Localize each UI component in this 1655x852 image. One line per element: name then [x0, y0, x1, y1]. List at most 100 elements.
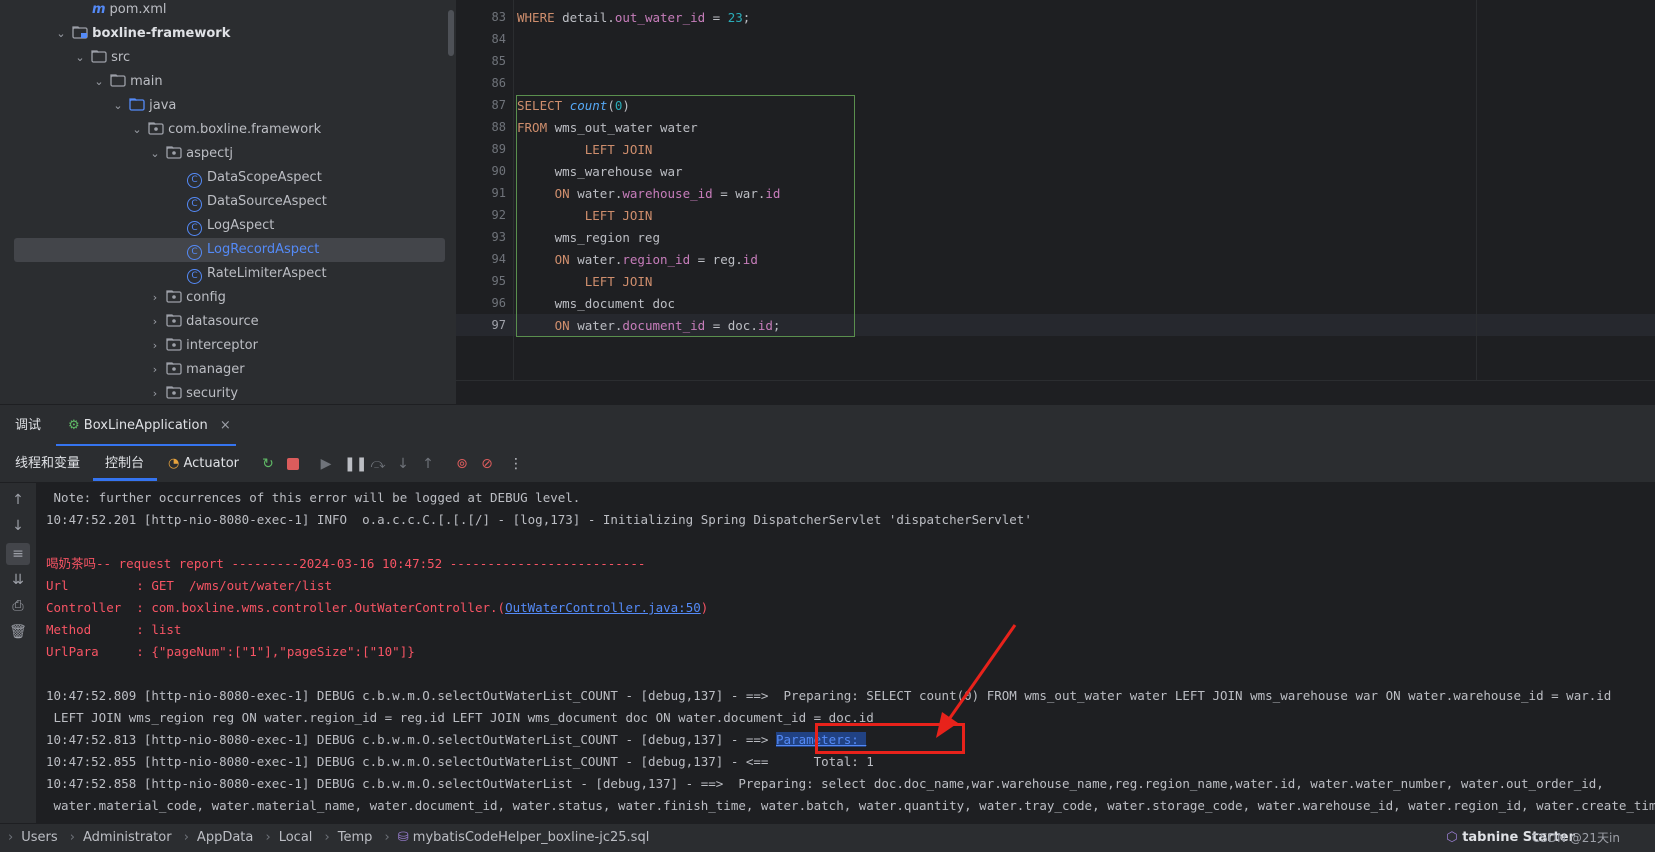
code-token: ON	[517, 252, 578, 267]
package-icon	[148, 121, 164, 135]
trash-icon[interactable]: 🗑	[9, 623, 27, 641]
chevron-down-icon[interactable]: ⌄	[111, 94, 125, 118]
tree-item-label: config	[186, 290, 226, 305]
more-icon[interactable]: ⋮	[508, 456, 524, 472]
breadcrumb-item[interactable]: Local	[279, 830, 313, 845]
package-icon	[166, 145, 182, 159]
tab-actuator[interactable]: ◔ Actuator	[168, 446, 239, 482]
line-number: 87	[491, 98, 506, 112]
tree-item-security[interactable]: › security	[0, 382, 456, 404]
tab-debug[interactable]: 调试	[15, 405, 41, 447]
code-token: LEFT JOIN	[517, 142, 653, 157]
tree-item-interceptor[interactable]: › interceptor	[0, 334, 456, 358]
tree-item-datasource[interactable]: › datasource	[0, 310, 456, 334]
code-token: SELECT	[517, 98, 570, 113]
breadcrumb-item[interactable]: mybatisCodeHelper_boxline-jc25.sql	[413, 830, 650, 845]
tree-item-src[interactable]: ⌄ src	[0, 46, 456, 70]
code-line: FROM wms_out_water water	[517, 120, 698, 135]
code-token: ;	[772, 318, 781, 333]
status-bar: › Users › Administrator › AppData › Local › T…	[0, 823, 1655, 852]
code-line: wms_document doc	[517, 296, 675, 311]
breadcrumb-item[interactable]: Administrator	[83, 830, 172, 845]
chevron-right-icon[interactable]: ›	[148, 382, 162, 404]
tree-item-main[interactable]: ⌄ main	[0, 70, 456, 94]
line-number: 83	[491, 10, 506, 24]
package-icon	[166, 385, 182, 399]
tree-item-java[interactable]: ⌄ java	[0, 94, 456, 118]
code-token: wms_out_water water	[554, 120, 698, 135]
tab-threads-variables[interactable]: 线程和变量	[15, 446, 80, 482]
resume-icon[interactable]: ▶	[318, 456, 334, 472]
tab-boxline-application[interactable]: ⚙ BoxLineApplication ×	[68, 405, 231, 447]
code-token: detail.	[562, 10, 615, 25]
breadcrumb-item[interactable]: Temp	[338, 830, 373, 845]
console-line: 10:47:52.858 [http-nio-8080-exec-1] DEBU…	[46, 776, 1604, 791]
breadcrumb-item[interactable]: Users	[21, 830, 57, 845]
package-icon	[166, 289, 182, 303]
line-number: 88	[491, 120, 506, 134]
chevron-down-icon[interactable]: ⌄	[73, 46, 87, 70]
tree-item-logrecordaspect[interactable]: C LogRecordAspect	[0, 238, 456, 262]
folder-icon	[110, 73, 126, 87]
chevron-down-icon[interactable]: ⌄	[130, 118, 144, 142]
chevron-right-icon[interactable]: ›	[148, 310, 162, 334]
chevron-right-icon[interactable]: ›	[148, 286, 162, 310]
arrow-up-icon[interactable]: ↑	[9, 491, 27, 509]
step-over-icon[interactable]: ⤼	[370, 456, 386, 472]
code-token: )	[622, 98, 630, 113]
tree-item-com-boxline-framework[interactable]: ⌄ com.boxline.framework	[0, 118, 456, 142]
code-line: LEFT JOIN	[517, 274, 653, 289]
tree-item-pom[interactable]: m pom.xml	[0, 0, 456, 22]
chevron-down-icon[interactable]: ⌄	[148, 142, 162, 166]
tree-item-label: pom.xml	[109, 2, 167, 17]
step-into-icon[interactable]: ↓	[395, 456, 411, 472]
code-token: LEFT JOIN	[517, 274, 653, 289]
tree-item-datascopeaspect[interactable]: C DataScopeAspect	[0, 166, 456, 190]
source-link[interactable]: OutWaterController.java:50	[505, 600, 701, 615]
sql-editor[interactable]: 83 84 85 86 87 88 89 90 91 92 93 94 95 9…	[456, 0, 1655, 404]
tree-item-manager[interactable]: › manager	[0, 358, 456, 382]
line-number: 90	[491, 164, 506, 178]
console-line: 10:47:52.809 [http-nio-8080-exec-1] DEBU…	[46, 688, 1612, 703]
tree-item-config[interactable]: › config	[0, 286, 456, 310]
code-token: ;	[742, 10, 751, 25]
class-icon: C	[187, 269, 202, 284]
code-token: = war.	[712, 186, 766, 201]
tab-console[interactable]: 控制台	[105, 446, 144, 482]
chevron-right-icon: ›	[183, 830, 189, 845]
mute-breakpoints-icon[interactable]: ⊘	[479, 456, 495, 472]
code-token: id	[757, 318, 773, 333]
soft-wrap-icon[interactable]: ≡	[9, 545, 27, 563]
print-icon[interactable]: ⎙	[9, 597, 27, 615]
code-token: (	[607, 98, 615, 113]
tree-item-logaspect[interactable]: C LogAspect	[0, 214, 456, 238]
tree-scrollbar[interactable]	[448, 10, 454, 56]
console-line: UrlPara : {"pageNum":["1"],"pageSize":["…	[46, 644, 415, 659]
console-output[interactable]: Note: further occurrences of this error …	[36, 483, 1655, 823]
close-icon[interactable]: ×	[220, 418, 231, 433]
scroll-to-end-icon[interactable]: ⇊	[9, 571, 27, 589]
tree-item-label: interceptor	[186, 338, 258, 353]
stop-icon[interactable]	[285, 456, 301, 472]
chevron-down-icon[interactable]: ⌄	[92, 70, 106, 94]
line-number: 93	[491, 230, 506, 244]
arrow-down-icon[interactable]: ↓	[9, 517, 27, 535]
step-out-icon[interactable]: ↑	[420, 456, 436, 472]
chevron-down-icon[interactable]: ⌄	[54, 22, 68, 46]
tree-item-ratelimiteraspect[interactable]: C RateLimiterAspect	[0, 262, 456, 286]
pause-icon[interactable]: ❚❚	[344, 456, 367, 472]
chevron-right-icon[interactable]: ›	[148, 334, 162, 358]
code-token: = reg.	[690, 252, 743, 267]
tree-item-datasourceaspect[interactable]: C DataSourceAspect	[0, 190, 456, 214]
code-token: FROM	[517, 120, 555, 135]
chevron-right-icon[interactable]: ›	[148, 358, 162, 382]
breadcrumb-item[interactable]: AppData	[197, 830, 253, 845]
tree-item-aspectj[interactable]: ⌄ aspectj	[0, 142, 456, 166]
tree-item-boxline-framework[interactable]: ⌄ boxline-framework	[0, 22, 456, 46]
console-line: Url : GET /wms/out/water/list	[46, 578, 332, 593]
rerun-icon[interactable]: ↻	[260, 456, 276, 472]
database-file-icon: ⛁	[397, 830, 413, 845]
chevron-right-icon: ›	[265, 830, 271, 845]
console-line: Method : list	[46, 622, 182, 637]
view-breakpoints-icon[interactable]: ⊚	[454, 456, 470, 472]
